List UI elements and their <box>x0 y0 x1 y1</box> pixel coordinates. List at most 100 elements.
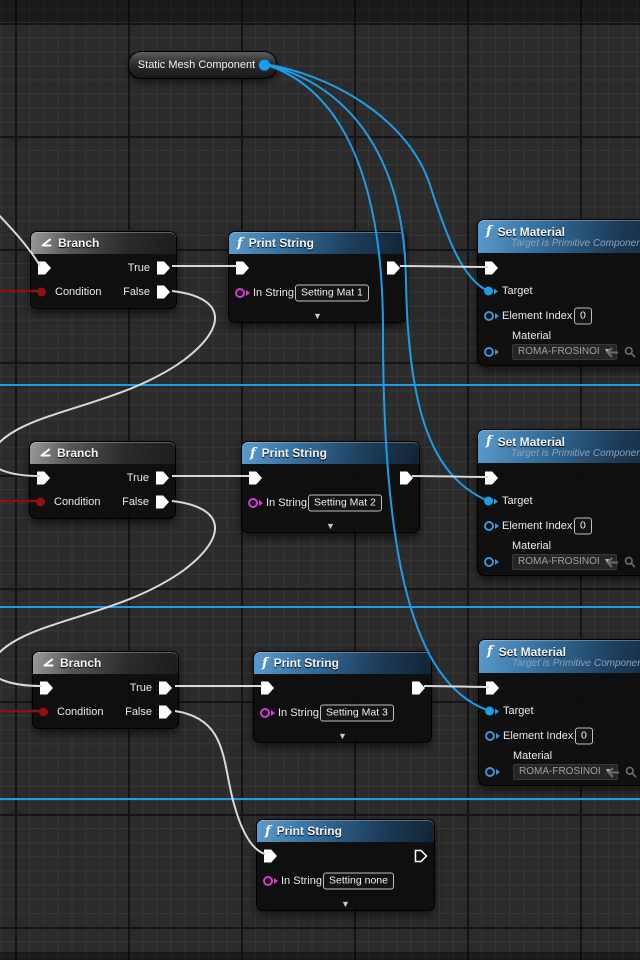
variable-node-static-mesh-component[interactable]: Static Mesh Component <box>128 51 277 79</box>
print-string-node-1[interactable]: f Print String In String Setting Mat 1 ▼ <box>228 231 407 323</box>
condition-pin[interactable] <box>39 708 48 717</box>
branch-node-1[interactable]: Branch True Condition False <box>30 231 177 309</box>
in-string-input[interactable]: Setting Mat 1 <box>295 285 369 302</box>
target-pin[interactable] <box>484 287 498 296</box>
node-subtitle: Target is Primitive Component <box>511 238 640 249</box>
in-string-pin[interactable] <box>263 876 278 886</box>
exec-in-pin[interactable] <box>261 682 274 695</box>
material-pin[interactable] <box>484 347 499 357</box>
node-subtitle: Target is Primitive Component <box>512 658 640 669</box>
in-string-pin[interactable] <box>260 708 275 718</box>
exec-in-pin[interactable] <box>40 682 53 695</box>
material-pin[interactable] <box>485 767 500 777</box>
true-pin-label: True <box>128 262 150 274</box>
in-string-input[interactable]: Setting Mat 3 <box>320 705 394 722</box>
print-string-node-4[interactable]: f Print String In String Setting none ▼ <box>256 819 435 911</box>
reset-arrow-icon[interactable] <box>606 557 619 568</box>
exec-in-pin[interactable] <box>264 850 277 863</box>
node-title: Print String <box>274 656 339 670</box>
branch-icon <box>41 658 54 669</box>
false-exec-pin[interactable] <box>156 496 169 509</box>
branch-header[interactable]: Branch <box>31 232 176 254</box>
true-pin-label: True <box>127 472 149 484</box>
true-exec-pin[interactable] <box>159 682 172 695</box>
object-output-pin[interactable] <box>258 59 271 72</box>
true-exec-pin[interactable] <box>157 262 170 275</box>
browse-magnifier-icon[interactable] <box>624 556 636 568</box>
exec-in-pin[interactable] <box>485 262 498 275</box>
true-exec-pin[interactable] <box>156 472 169 485</box>
in-string-label: In String <box>266 497 307 509</box>
exec-in-pin[interactable] <box>486 682 499 695</box>
blueprint-graph-canvas[interactable]: Static Mesh Component Branch True Condit… <box>0 0 640 960</box>
print-string-node-3[interactable]: f Print String In String Setting Mat 3 ▼ <box>253 651 432 743</box>
set-material-node-2[interactable]: f Set Material Target is Primitive Compo… <box>477 429 640 576</box>
collapse-arrow-icon[interactable]: ▼ <box>313 311 322 321</box>
node-title: Branch <box>60 656 101 670</box>
function-icon: f <box>237 236 243 251</box>
branch-node-2[interactable]: Branch True Condition False <box>29 441 176 519</box>
material-dropdown[interactable]: ROMA-FROSINOI ▼ <box>512 554 617 570</box>
print-string-header[interactable]: f Print String <box>254 652 431 674</box>
false-exec-pin[interactable] <box>157 286 170 299</box>
in-string-pin[interactable] <box>235 288 250 298</box>
set-material-header[interactable]: f Set Material Target is Primitive Compo… <box>478 220 640 253</box>
condition-pin[interactable] <box>37 288 46 297</box>
node-title: Branch <box>58 236 99 250</box>
set-material-node-3[interactable]: f Set Material Target is Primitive Compo… <box>478 639 640 786</box>
reset-arrow-icon[interactable] <box>607 767 620 778</box>
reset-arrow-icon[interactable] <box>606 347 619 358</box>
set-material-header[interactable]: f Set Material Target is Primitive Compo… <box>479 640 640 673</box>
print-string-header[interactable]: f Print String <box>257 820 434 842</box>
condition-pin[interactable] <box>36 498 45 507</box>
collapse-arrow-icon[interactable]: ▼ <box>341 899 350 909</box>
false-exec-pin[interactable] <box>159 706 172 719</box>
exec-out-pin[interactable] <box>412 682 425 695</box>
exec-in-pin[interactable] <box>38 262 51 275</box>
target-label: Target <box>502 285 533 297</box>
browse-magnifier-icon[interactable] <box>624 346 636 358</box>
print-string-header[interactable]: f Print String <box>242 442 419 464</box>
true-pin-label: True <box>130 682 152 694</box>
exec-in-pin[interactable] <box>249 472 262 485</box>
print-string-header[interactable]: f Print String <box>229 232 406 254</box>
branch-node-3[interactable]: Branch True Condition False <box>32 651 179 729</box>
exec-out-pin-unconnected[interactable] <box>414 849 428 863</box>
element-index-input[interactable]: 0 <box>574 308 592 325</box>
collapse-arrow-icon[interactable]: ▼ <box>338 731 347 741</box>
material-dropdown[interactable]: ROMA-FROSINOI ▼ <box>513 764 618 780</box>
branch-header[interactable]: Branch <box>33 652 178 674</box>
exec-in-pin[interactable] <box>485 472 498 485</box>
node-title: Print String <box>249 236 314 250</box>
exec-out-pin[interactable] <box>387 262 400 275</box>
variable-node-label: Static Mesh Component <box>138 59 255 71</box>
material-pin[interactable] <box>484 557 499 567</box>
in-string-input[interactable]: Setting Mat 2 <box>308 495 382 512</box>
target-label: Target <box>502 495 533 507</box>
in-string-label: In String <box>278 707 319 719</box>
material-dropdown[interactable]: ROMA-FROSINOI ▼ <box>512 344 617 360</box>
branch-header[interactable]: Branch <box>30 442 175 464</box>
exec-in-pin[interactable] <box>236 262 249 275</box>
element-index-label: Element Index <box>502 520 572 532</box>
in-string-pin[interactable] <box>248 498 263 508</box>
function-icon: f <box>262 656 268 671</box>
browse-magnifier-icon[interactable] <box>625 766 637 778</box>
element-index-pin[interactable] <box>485 731 500 741</box>
false-pin-label: False <box>122 496 149 508</box>
element-index-pin[interactable] <box>484 521 499 531</box>
function-icon: f <box>250 446 256 461</box>
element-index-input[interactable]: 0 <box>575 728 593 745</box>
in-string-input[interactable]: Setting none <box>323 873 394 890</box>
element-index-input[interactable]: 0 <box>574 518 592 535</box>
element-index-pin[interactable] <box>484 311 499 321</box>
exec-in-pin[interactable] <box>37 472 50 485</box>
function-icon: f <box>487 644 493 659</box>
collapse-arrow-icon[interactable]: ▼ <box>326 521 335 531</box>
set-material-node-1[interactable]: f Set Material Target is Primitive Compo… <box>477 219 640 366</box>
print-string-node-2[interactable]: f Print String In String Setting Mat 2 ▼ <box>241 441 420 533</box>
target-pin[interactable] <box>485 707 499 716</box>
set-material-header[interactable]: f Set Material Target is Primitive Compo… <box>478 430 640 463</box>
target-pin[interactable] <box>484 497 498 506</box>
exec-out-pin[interactable] <box>400 472 413 485</box>
